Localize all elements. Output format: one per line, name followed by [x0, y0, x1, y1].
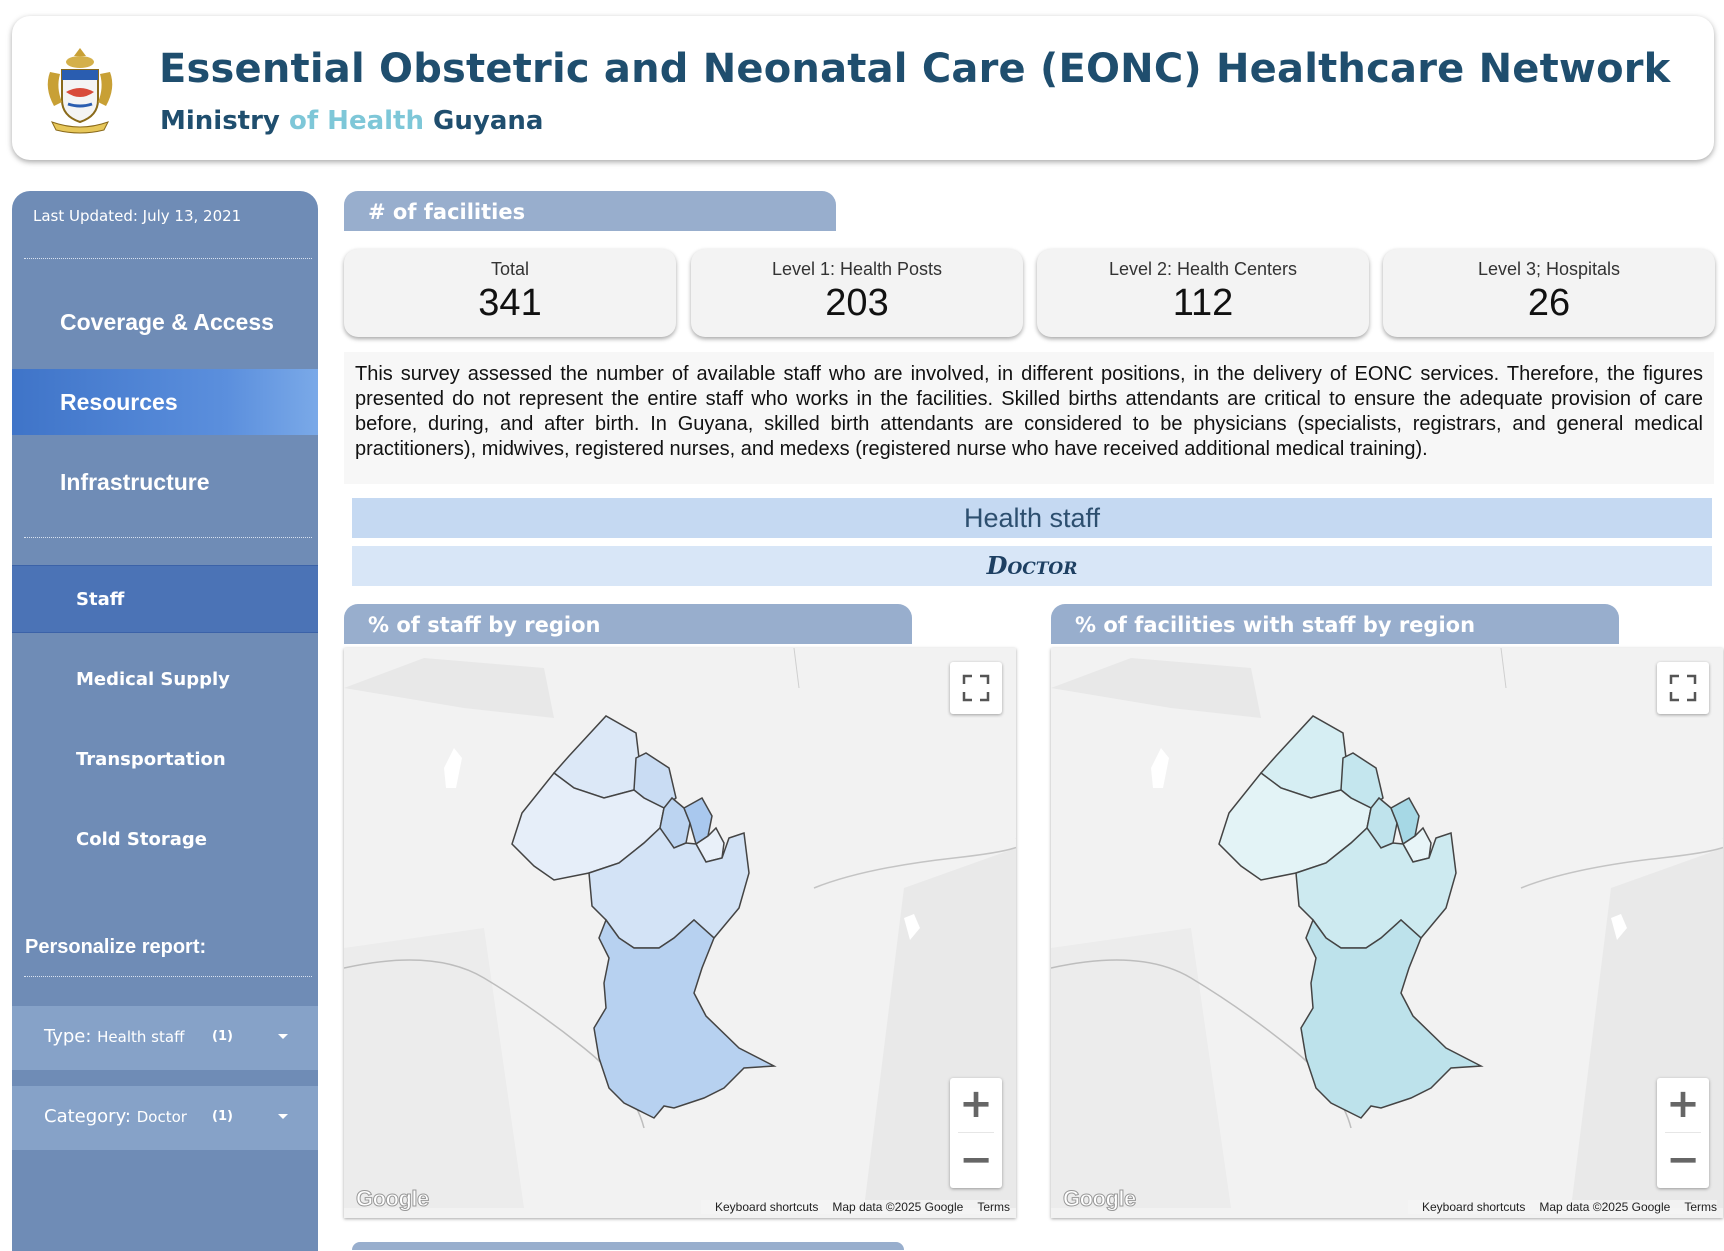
google-logo[interactable]: Google — [1063, 1186, 1137, 1212]
map-lake — [1151, 748, 1169, 788]
region-8-9[interactable] — [1300, 918, 1484, 1119]
map-attribution: Keyboard shortcuts Map data ©2025 Google T… — [1408, 1200, 1717, 1214]
keyboard-shortcuts-link[interactable]: Keyboard shortcuts — [715, 1200, 818, 1214]
coat-of-arms-icon — [47, 48, 113, 134]
subnav-transportation[interactable]: Transportation — [12, 726, 318, 794]
nav-resources[interactable]: Resources — [12, 369, 318, 435]
card-label: Level 1: Health Posts — [771, 259, 943, 279]
sidebar-divider — [24, 258, 312, 259]
dropdown-arrow-icon — [278, 1114, 288, 1119]
staff-by-region-header: % of staff by region — [344, 604, 912, 644]
map-canvas — [344, 648, 1016, 1208]
level1-facilities-card: Level 1: Health Posts 203 — [691, 249, 1023, 337]
category-filter-value: Doctor — [136, 1108, 187, 1126]
map-attribution: Keyboard shortcuts Map data ©2025 Google T… — [701, 1200, 1010, 1214]
next-section-header — [352, 1242, 904, 1250]
map-border-line — [793, 648, 800, 689]
doctor-band: Doctor — [352, 546, 1712, 586]
subnav-staff[interactable]: Staff — [12, 565, 318, 633]
type-filter-label: Type: Health staff — [44, 1026, 185, 1047]
zoom-controls: + − — [1657, 1078, 1709, 1188]
sidebar-divider — [24, 537, 312, 538]
google-logo[interactable]: Google — [356, 1186, 430, 1212]
map-terrain — [344, 928, 524, 1208]
zoom-in-button[interactable]: + — [950, 1078, 1002, 1132]
subtitle-ministry: Ministry — [160, 106, 280, 136]
map-terrain — [1051, 928, 1231, 1208]
facilities-by-region-map[interactable]: + − Google Keyboard shortcuts Map data ©2… — [1051, 648, 1723, 1218]
zoom-divider — [1665, 1132, 1701, 1133]
category-filter-label: Category: Doctor — [44, 1106, 187, 1127]
page-title: Essential Obstetric and Neonatal Care (E… — [159, 46, 1671, 92]
survey-description: This survey assessed the number of avail… — [344, 352, 1714, 484]
map-data-text: Map data ©2025 Google — [1539, 1200, 1671, 1214]
total-facilities-card: Total 341 — [344, 249, 676, 337]
zoom-in-button[interactable]: + — [1657, 1078, 1709, 1132]
level3-facilities-card: Level 3; Hospitals 26 — [1383, 249, 1715, 337]
personalize-label: Personalize report: — [25, 936, 207, 958]
nav-infrastructure[interactable]: Infrastructure — [12, 449, 318, 515]
page-subtitle: Ministry of Health Guyana — [160, 106, 543, 136]
staff-by-region-map[interactable]: + − Google Keyboard shortcuts Map data ©2… — [344, 648, 1016, 1218]
fullscreen-icon — [962, 674, 990, 702]
type-filter-count: (1) — [212, 1029, 233, 1044]
card-value: 341 — [478, 282, 542, 324]
subtitle-of-health: of Health — [288, 106, 424, 136]
fullscreen-button[interactable] — [1657, 662, 1709, 714]
map-terrain — [344, 658, 554, 718]
sidebar: Last Updated: July 13, 2021 Coverage & A… — [12, 191, 318, 1251]
category-filter-count: (1) — [212, 1109, 233, 1124]
map-border-line — [1500, 648, 1507, 689]
card-label: Level 3; Hospitals — [1477, 259, 1621, 279]
map-canvas — [1051, 648, 1723, 1208]
card-value: 26 — [1527, 282, 1571, 324]
card-value: 112 — [1172, 282, 1234, 324]
health-staff-band: Health staff — [352, 498, 1712, 538]
facilities-by-region-header: % of facilities with staff by region — [1051, 604, 1619, 644]
sidebar-divider — [24, 976, 312, 977]
level2-facilities-card: Level 2: Health Centers 112 — [1037, 249, 1369, 337]
terms-link[interactable]: Terms — [1684, 1200, 1717, 1214]
subnav-cold-storage[interactable]: Cold Storage — [12, 806, 318, 874]
category-filter-dropdown[interactable]: Category: Doctor (1) — [12, 1086, 318, 1150]
app-header: Essential Obstetric and Neonatal Care (E… — [12, 16, 1714, 160]
card-label: Level 2: Health Centers — [1108, 259, 1298, 279]
dropdown-arrow-icon — [278, 1034, 288, 1039]
facilities-section-header: # of facilities — [344, 191, 836, 231]
keyboard-shortcuts-link[interactable]: Keyboard shortcuts — [1422, 1200, 1525, 1214]
type-filter-value: Health staff — [97, 1028, 185, 1046]
subnav-medical-supply[interactable]: Medical Supply — [12, 646, 318, 714]
card-label: Total — [490, 259, 530, 279]
fullscreen-icon — [1669, 674, 1697, 702]
region-8-9[interactable] — [593, 918, 777, 1119]
zoom-divider — [958, 1132, 994, 1133]
map-lake — [444, 748, 462, 788]
zoom-out-button[interactable]: − — [1657, 1134, 1709, 1188]
nav-coverage-access[interactable]: Coverage & Access — [12, 289, 318, 355]
terms-link[interactable]: Terms — [977, 1200, 1010, 1214]
subtitle-guyana: Guyana — [433, 106, 544, 136]
last-updated-text: Last Updated: July 13, 2021 — [33, 207, 242, 225]
zoom-controls: + − — [950, 1078, 1002, 1188]
zoom-out-button[interactable]: − — [950, 1134, 1002, 1188]
type-filter-dropdown[interactable]: Type: Health staff (1) — [12, 1006, 318, 1070]
card-value: 203 — [825, 282, 889, 324]
map-terrain — [1051, 658, 1261, 718]
fullscreen-button[interactable] — [950, 662, 1002, 714]
map-data-text: Map data ©2025 Google — [832, 1200, 964, 1214]
